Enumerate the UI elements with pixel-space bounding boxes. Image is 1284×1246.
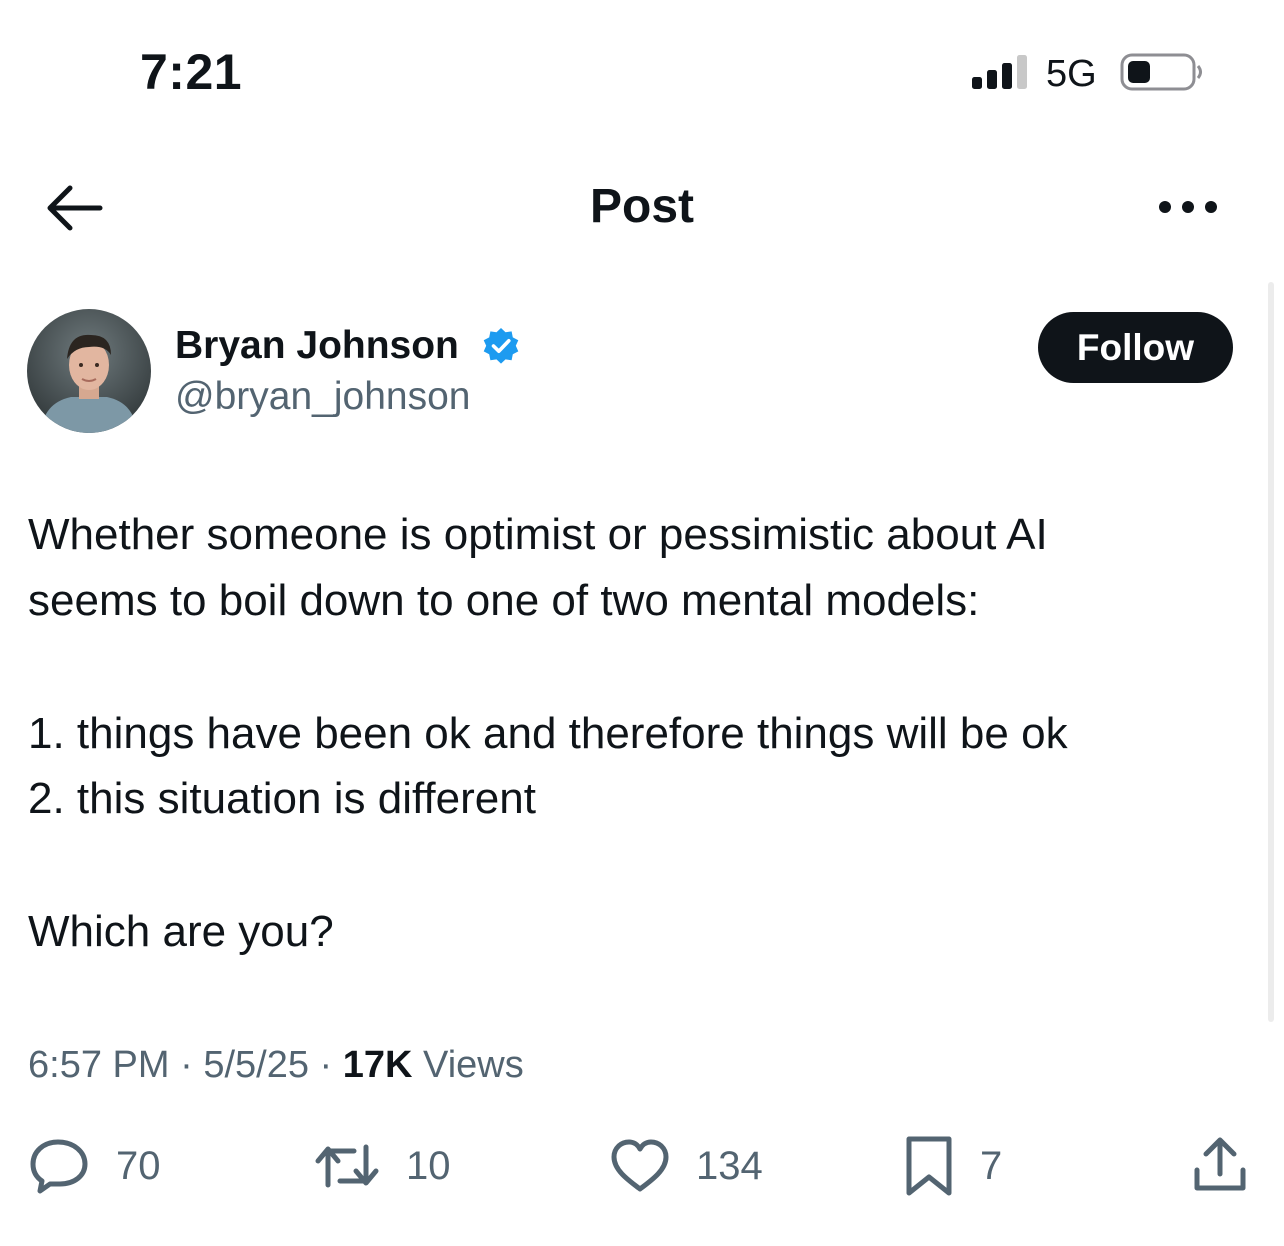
bookmark-button[interactable]: 7: [904, 1134, 1002, 1198]
repost-icon: [315, 1144, 379, 1188]
like-button[interactable]: 134: [610, 1134, 763, 1198]
scrollbar[interactable]: [1268, 282, 1274, 1022]
signal-strength-icon: [972, 55, 1027, 89]
meta-separator: ·: [180, 1044, 193, 1086]
more-options-icon[interactable]: [1156, 190, 1220, 224]
author-handle[interactable]: @bryan_johnson: [175, 373, 470, 421]
repost-count: 10: [406, 1144, 451, 1188]
follow-button[interactable]: Follow: [1038, 312, 1233, 383]
post-meta: 6:57 PM · 5/5/25 · 17K Views: [28, 1040, 524, 1090]
views-count: 17K: [342, 1044, 413, 1086]
post-text-line: 1. things have been ok and therefore thi…: [28, 709, 1068, 758]
reply-count: 70: [116, 1144, 161, 1188]
reply-icon: [30, 1139, 88, 1194]
verified-badge-icon: [483, 328, 519, 364]
bookmark-count: 7: [980, 1144, 1003, 1188]
like-count: 134: [696, 1144, 763, 1188]
status-time: 7:21: [140, 44, 243, 100]
network-type: 5G: [1046, 53, 1097, 95]
views-label[interactable]: Views: [423, 1044, 524, 1086]
page-title: Post: [589, 180, 694, 233]
post-date: 5/5/25: [203, 1044, 309, 1086]
post-text-line: Whether someone is optimist or pessimist…: [28, 510, 1048, 559]
post-text-line: seems to boil down to one of two mental …: [28, 576, 980, 625]
post-text-line: Which are you?: [28, 907, 334, 956]
heart-icon: [611, 1139, 669, 1192]
share-icon[interactable]: [1192, 1134, 1248, 1194]
post-time: 6:57 PM: [28, 1044, 170, 1086]
avatar[interactable]: [27, 309, 151, 433]
repost-button[interactable]: 10: [314, 1134, 451, 1198]
reply-button[interactable]: 70: [28, 1134, 161, 1198]
author-name[interactable]: Bryan Johnson: [175, 322, 459, 370]
meta-separator: ·: [319, 1044, 333, 1086]
post-text-line: 2. this situation is different: [28, 774, 536, 823]
battery-icon: [1120, 53, 1202, 91]
bookmark-icon: [906, 1136, 952, 1196]
